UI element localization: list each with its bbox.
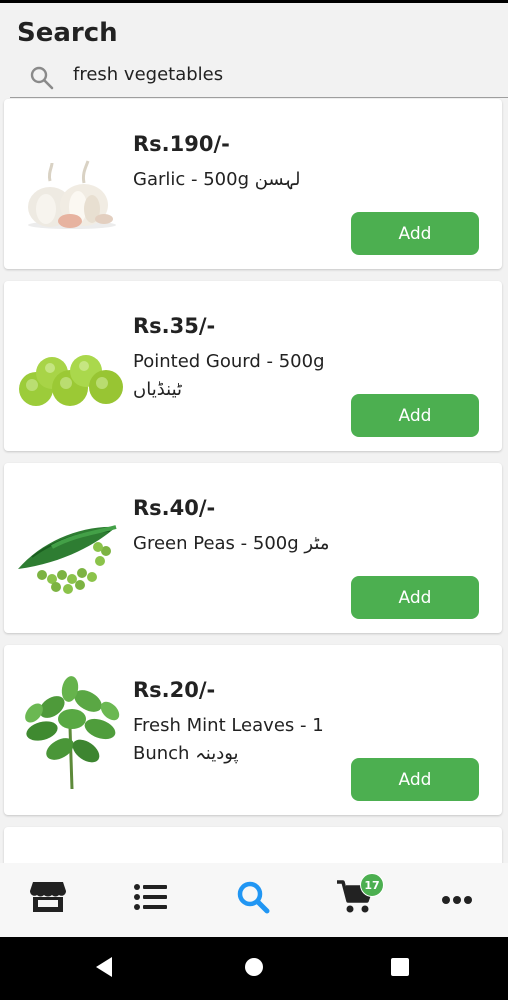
mint-leaves-image bbox=[12, 667, 132, 793]
garlic-image bbox=[12, 121, 132, 247]
nav-search[interactable] bbox=[231, 877, 275, 921]
system-navigation-bar bbox=[0, 937, 508, 1000]
search-input[interactable] bbox=[73, 59, 493, 89]
search-header: Search bbox=[0, 3, 508, 98]
product-card: Rs.190/- Garlic - 500g لہسن Add bbox=[4, 99, 502, 269]
cart-count-badge: 17 bbox=[360, 873, 384, 897]
product-name: Fresh Mint Leaves - 1 Bunch پودینہ bbox=[133, 712, 363, 768]
product-list[interactable]: Rs.190/- Garlic - 500g لہسن Add Rs.35/- bbox=[0, 97, 508, 863]
back-triangle-icon bbox=[94, 956, 114, 982]
product-card: Rs.40/- Green Peas - 500g مٹر Add bbox=[4, 463, 502, 633]
more-icon bbox=[441, 890, 473, 909]
product-name-english: Green Peas - 500g bbox=[133, 533, 299, 554]
home-button[interactable] bbox=[240, 955, 268, 983]
product-name-urdu: لہسن bbox=[254, 169, 301, 190]
back-button[interactable] bbox=[90, 955, 118, 983]
bottom-navigation: 17 bbox=[0, 863, 508, 937]
nav-more[interactable] bbox=[435, 877, 479, 921]
search-icon bbox=[29, 65, 55, 91]
product-name-urdu: ٹینڈیاں bbox=[133, 379, 183, 400]
product-name: Garlic - 500g لہسن bbox=[133, 166, 363, 194]
product-name-urdu: پودینہ bbox=[195, 743, 239, 764]
product-card: Rs.20/- Fresh Mint Leaves - 1 Bunch پودی… bbox=[4, 645, 502, 815]
product-name-english: Pointed Gourd - 500g bbox=[133, 351, 325, 372]
nav-categories[interactable] bbox=[128, 877, 172, 921]
search-bar[interactable] bbox=[10, 57, 508, 98]
store-icon bbox=[28, 879, 68, 919]
add-to-cart-button[interactable]: Add bbox=[351, 212, 479, 255]
product-price: Rs.20/- bbox=[133, 678, 216, 702]
product-price: Rs.40/- bbox=[133, 496, 216, 520]
page-title: Search bbox=[17, 18, 118, 48]
pointed-gourd-image bbox=[12, 303, 132, 429]
add-to-cart-button[interactable]: Add bbox=[351, 394, 479, 437]
product-card bbox=[4, 827, 502, 863]
home-circle-icon bbox=[244, 957, 264, 981]
product-price: Rs.190/- bbox=[133, 132, 230, 156]
product-name: Green Peas - 500g مٹر bbox=[133, 530, 363, 558]
recents-square-icon bbox=[390, 957, 410, 981]
search-icon bbox=[236, 880, 270, 918]
product-name: Pointed Gourd - 500g ٹینڈیاں bbox=[133, 348, 363, 404]
product-name-english: Garlic - 500g bbox=[133, 169, 249, 190]
product-name-urdu: مٹر bbox=[304, 533, 330, 554]
nav-store[interactable] bbox=[26, 877, 70, 921]
add-to-cart-button[interactable]: Add bbox=[351, 758, 479, 801]
green-peas-image bbox=[12, 485, 132, 611]
list-icon bbox=[133, 883, 167, 915]
add-to-cart-button[interactable]: Add bbox=[351, 576, 479, 619]
product-card: Rs.35/- Pointed Gourd - 500g ٹینڈیاں Add bbox=[4, 281, 502, 451]
product-price: Rs.35/- bbox=[133, 314, 216, 338]
recents-button[interactable] bbox=[386, 955, 414, 983]
